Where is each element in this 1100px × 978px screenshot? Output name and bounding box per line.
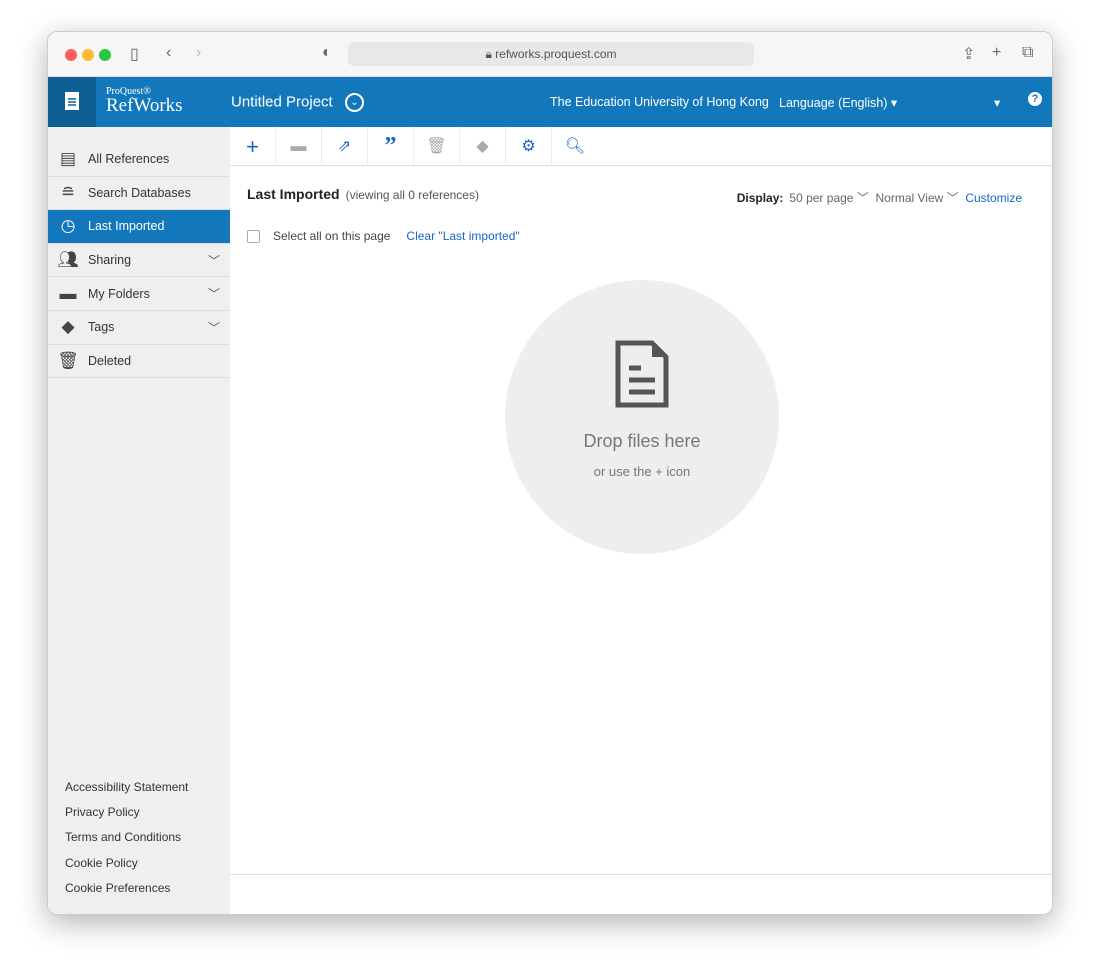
sidebar-item-label: Tags xyxy=(88,320,115,335)
sidebar-toggle-icon[interactable]: ▯ xyxy=(130,44,139,64)
chevron-circle-icon: ⌄ xyxy=(344,93,364,112)
sidebar-footer: Accessibility Statement Privacy Policy T… xyxy=(65,780,188,906)
language-selector[interactable]: Language (English) ▾ xyxy=(779,95,897,110)
select-row: Select all on this page Clear "Last impor… xyxy=(247,229,520,243)
chevron-down-icon[interactable]: ﹀ xyxy=(208,285,220,302)
footer-divider xyxy=(230,874,1052,875)
close-button[interactable] xyxy=(65,49,77,61)
share-icon[interactable]: ⇗ xyxy=(322,127,368,165)
new-tab-icon[interactable]: + xyxy=(992,44,1001,62)
minimize-button[interactable] xyxy=(82,49,94,61)
users-icon: 👥︎ xyxy=(57,250,79,270)
title-text: Last Imported xyxy=(247,186,340,202)
browser-window: ▯ ‹ › ◐ 🔒︎ refworks.proquest.com ⇪ + ⧉ P… xyxy=(47,31,1053,915)
browser-toolbar: ▯ ‹ › ◐ 🔒︎ refworks.proquest.com ⇪ + ⧉ xyxy=(48,32,1052,77)
view-dropdown[interactable]: Normal View ﹀ xyxy=(875,191,958,205)
back-icon[interactable]: ‹ xyxy=(166,44,171,62)
select-all-checkbox[interactable] xyxy=(247,229,260,243)
sidebar-item-label: Deleted xyxy=(88,353,132,368)
sidebar-item-label: All References xyxy=(88,152,170,167)
sidebar-item-all-references[interactable]: ▤ All References xyxy=(48,143,230,177)
project-name: Untitled Project xyxy=(231,93,333,111)
sidebar-item-label: Search Databases xyxy=(88,185,191,200)
per-page-value: 50 per page xyxy=(789,191,854,205)
chevron-down-icon[interactable]: ﹀ xyxy=(208,319,220,336)
cookie-preferences-link[interactable]: Cookie Preferences xyxy=(65,881,188,906)
file-icon xyxy=(615,340,669,408)
reference-count: (viewing all 0 references) xyxy=(345,188,479,202)
sidebar-item-label: Last Imported xyxy=(88,219,165,234)
brand[interactable]: ProQuest® RefWorks xyxy=(106,86,183,115)
refworks-logo-icon xyxy=(48,77,96,127)
url-text: refworks.proquest.com xyxy=(495,47,617,61)
sidebar-item-tags[interactable]: ◆ Tags ﹀ xyxy=(48,311,230,345)
trash-icon: 🗑︎ xyxy=(57,350,79,370)
clock-icon: ◷ xyxy=(60,216,76,236)
sidebar-item-label: My Folders xyxy=(88,286,150,301)
per-page-dropdown[interactable]: 50 per page ﹀ xyxy=(789,191,868,205)
folder-icon: ▬ xyxy=(59,283,77,303)
language-label: Language (English) xyxy=(779,96,888,110)
project-selector[interactable]: Untitled Project ⌄ xyxy=(231,93,364,112)
chevron-down-icon[interactable]: ﹀ xyxy=(208,252,220,269)
search-icon[interactable]: 🔍︎ xyxy=(552,127,598,165)
sidebar-item-label: Sharing xyxy=(88,253,132,268)
database-icon: ≘ xyxy=(60,182,76,202)
main-content: + ▬ ⇗ ” 🗑︎ ◆ ⚙ 🔍︎ Last Imported (viewing … xyxy=(230,127,1052,914)
accessibility-link[interactable]: Accessibility Statement xyxy=(65,780,188,805)
app-header: ProQuest® RefWorks Untitled Project ⌄ The… xyxy=(48,77,1052,127)
lock-icon: 🔒︎ xyxy=(485,47,496,61)
page-title: Last Imported (viewing all 0 references) xyxy=(247,186,479,202)
clear-last-imported-link[interactable]: Clear "Last imported" xyxy=(406,229,519,243)
tag-icon: ◆ xyxy=(61,317,75,337)
address-bar[interactable]: 🔒︎ refworks.proquest.com xyxy=(348,42,754,66)
share-icon[interactable]: ⇪ xyxy=(962,44,975,64)
drop-zone[interactable]: Drop files here or use the + icon xyxy=(505,280,779,554)
sidebar-item-sharing[interactable]: 👥︎ Sharing ﹀ xyxy=(48,244,230,278)
tag-icon: ◆ xyxy=(460,127,506,165)
cookie-policy-link[interactable]: Cookie Policy xyxy=(65,856,188,881)
display-options: Display: 50 per page ﹀ Normal View ﹀ Cust… xyxy=(737,189,1022,206)
privacy-link[interactable]: Privacy Policy xyxy=(65,805,188,830)
institution-name: The Education University of Hong Kong xyxy=(550,95,769,109)
sidebar-item-my-folders[interactable]: ▬ My Folders ﹀ xyxy=(48,277,230,311)
display-label: Display: xyxy=(736,191,784,205)
drop-subtitle: or use the + icon xyxy=(593,464,691,479)
settings-gear-icon[interactable]: ⚙ xyxy=(506,127,552,165)
add-icon[interactable]: + xyxy=(230,127,276,165)
sidebar-item-search-databases[interactable]: ≘ Search Databases xyxy=(48,177,230,211)
select-all-label[interactable]: Select all on this page xyxy=(273,229,390,243)
drop-title: Drop files here xyxy=(583,431,701,451)
maximize-button[interactable] xyxy=(99,49,111,61)
brand-name: RefWorks xyxy=(106,95,183,116)
trash-icon: 🗑︎ xyxy=(414,127,460,165)
shield-icon[interactable]: ◐ xyxy=(322,44,332,62)
tabs-icon[interactable]: ⧉ xyxy=(1022,44,1033,62)
document-icon: ▤ xyxy=(59,149,77,169)
sidebar-item-last-imported[interactable]: ◷ Last Imported xyxy=(48,210,230,244)
user-menu-chevron-icon[interactable]: ▾ xyxy=(994,95,1000,110)
cite-quote-icon[interactable]: ” xyxy=(368,127,414,165)
sidebar: ▤ All References ≘ Search Databases ◷ Last … xyxy=(48,127,230,914)
customize-link[interactable]: Customize xyxy=(965,191,1022,205)
forward-icon: › xyxy=(196,44,202,61)
terms-link[interactable]: Terms and Conditions xyxy=(65,830,188,855)
view-value: Normal View xyxy=(875,191,944,205)
help-icon[interactable]: ? xyxy=(1028,92,1042,106)
toolbar: + ▬ ⇗ ” 🗑︎ ◆ ⚙ 🔍︎ xyxy=(230,127,1052,166)
sidebar-item-deleted[interactable]: 🗑︎ Deleted xyxy=(48,345,230,379)
folder-icon: ▬ xyxy=(276,127,322,165)
